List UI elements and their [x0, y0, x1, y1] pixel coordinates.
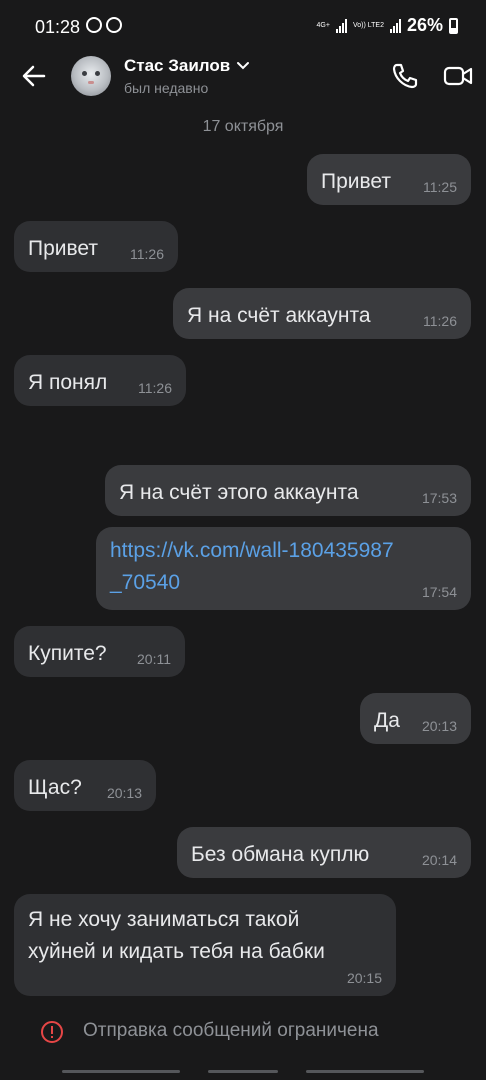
chat-header: Стас Заилов был недавно	[0, 50, 486, 106]
phone-icon[interactable]	[389, 60, 421, 92]
message-bubble[interactable]: Я на счёт аккаунта 11:26	[173, 288, 471, 339]
status-right: 4G+ Vo)) LTE2 26%	[317, 15, 458, 36]
message-link-line2[interactable]: _70540	[110, 567, 180, 599]
message-text-line1: Я не хочу заниматься такой	[28, 908, 300, 931]
message-bubble[interactable]: Щас? 20:13	[14, 760, 156, 811]
message-time: 20:11	[137, 651, 171, 667]
notification-icons	[86, 17, 122, 33]
whatsapp-icon	[86, 17, 102, 33]
message-bubble-link[interactable]: https://vk.com/wall-180435987 _70540 17:…	[96, 527, 471, 610]
message-bubble[interactable]: Я не хочу заниматься такой хуйней и кида…	[14, 894, 396, 996]
check-circle-icon	[106, 17, 122, 33]
nav-home[interactable]	[208, 1070, 278, 1073]
message-text: Щас?	[28, 776, 82, 799]
network-4g-label: 4G+	[316, 21, 330, 29]
battery-percent: 26%	[406, 15, 443, 35]
contact-name[interactable]: Стас Заилов	[124, 56, 250, 76]
message-text: Купите?	[28, 642, 107, 665]
message-text: Привет	[321, 170, 392, 193]
avatar[interactable]	[71, 56, 111, 96]
status-time: 01:28	[35, 17, 81, 37]
restriction-text: Отправка сообщений ограничена	[83, 1020, 379, 1041]
video-camera-icon[interactable]	[442, 60, 474, 92]
message-text: Привет	[28, 237, 99, 260]
message-time: 17:54	[421, 584, 457, 600]
contact-name-label: Стас Заилов	[124, 56, 231, 75]
message-text: Без обмана куплю	[191, 843, 370, 866]
message-bubble[interactable]: Я на счёт этого аккаунта 17:53	[105, 465, 471, 516]
message-bubble[interactable]: Без обмана куплю 20:14	[177, 827, 471, 878]
message-time: 20:13	[421, 718, 457, 734]
status-bar: 01:28 4G+ Vo)) LTE2 26%	[0, 0, 486, 50]
system-nav-bar	[0, 1068, 486, 1080]
message-text: Да	[374, 709, 400, 732]
network-lte2-label: Vo)) LTE2	[352, 21, 384, 29]
message-text-line2: хуйней и кидать тебя на бабки	[28, 940, 325, 963]
message-bubble[interactable]: Я понял 11:26	[14, 355, 186, 406]
message-bubble[interactable]: Купите? 20:11	[14, 626, 185, 677]
nav-recent[interactable]	[62, 1070, 180, 1073]
chevron-down-icon	[237, 62, 250, 70]
signal-2-icon	[389, 18, 401, 33]
date-separator: 17 октября	[202, 118, 284, 135]
message-time: 20:13	[106, 785, 142, 801]
message-text: Я понял	[28, 371, 108, 394]
message-link-line1[interactable]: https://vk.com/wall-180435987	[110, 535, 394, 567]
warning-icon	[41, 1021, 63, 1043]
message-time: 17:53	[421, 490, 457, 506]
message-time: 11:26	[138, 380, 172, 396]
message-time: 11:25	[423, 179, 457, 195]
back-arrow-icon[interactable]	[18, 60, 50, 92]
message-time: 20:15	[346, 970, 382, 986]
message-time: 11:26	[423, 313, 457, 329]
message-text: Я на счёт аккаунта	[187, 304, 371, 327]
message-bubble[interactable]: Привет 11:25	[307, 154, 471, 205]
message-time: 20:14	[421, 852, 457, 868]
battery-icon	[449, 17, 458, 34]
message-bubble[interactable]: Да 20:13	[360, 693, 471, 744]
nav-back[interactable]	[306, 1070, 424, 1073]
message-text: Я на счёт этого аккаунта	[119, 481, 359, 504]
message-bubble[interactable]: Привет 11:26	[14, 221, 178, 272]
contact-status: был недавно	[124, 80, 209, 96]
message-time: 11:26	[130, 246, 164, 262]
signal-1-icon	[335, 18, 347, 33]
